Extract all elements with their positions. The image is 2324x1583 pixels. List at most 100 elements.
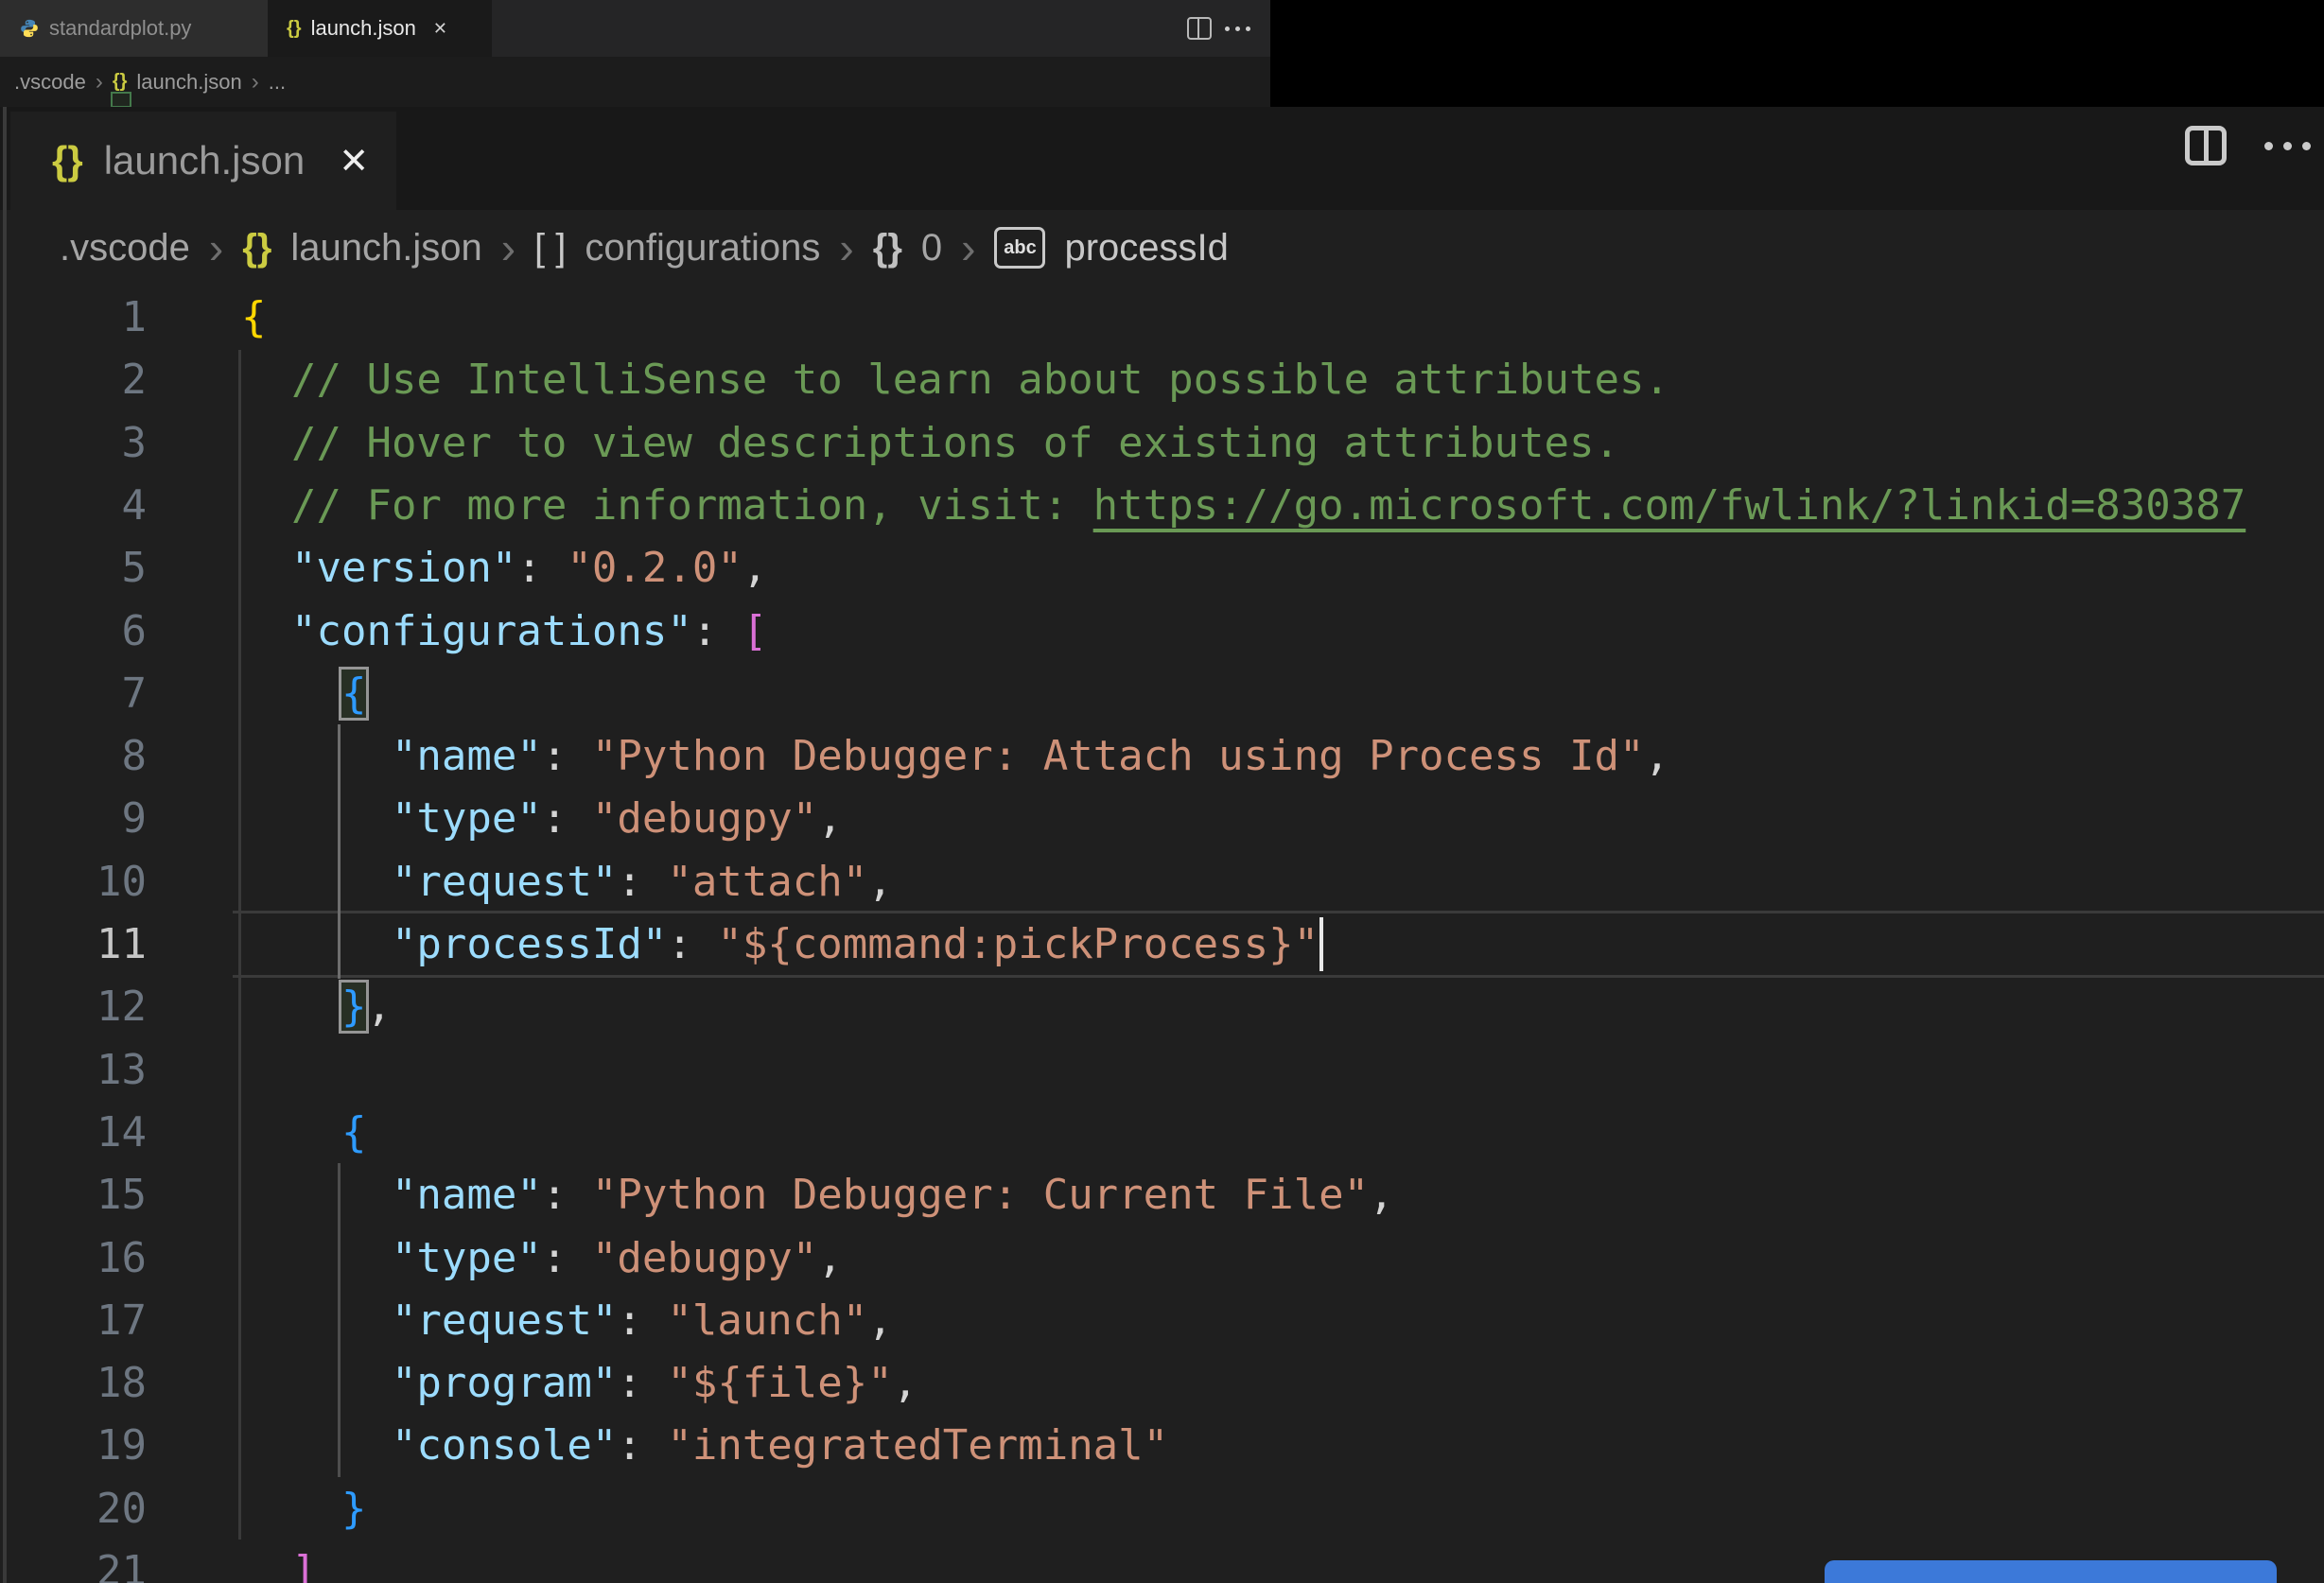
tab-label: launch.json — [103, 138, 306, 183]
line-number[interactable]: 6 — [0, 600, 148, 663]
code-line[interactable]: 3 // Hover to view descriptions of exist… — [0, 411, 2324, 475]
magnified-editor-view: {} launch.json ✕ .vscode › {} launch.json › [… — [0, 107, 2324, 1583]
code-line[interactable]: 17 "request": "launch", — [0, 1289, 2324, 1352]
breadcrumb-item[interactable]: launch.json — [290, 227, 481, 270]
editor-tab-bar: standardplot.py {} launch.json ✕ — [0, 0, 1270, 57]
split-editor-icon[interactable] — [1187, 17, 1212, 40]
chevron-right-icon: › — [208, 223, 224, 272]
comment-link[interactable]: https://go.microsoft.com/fwlink/?linkid=… — [1093, 481, 2246, 530]
code-editor[interactable]: 1{2 // Use IntelliSense to learn about p… — [0, 286, 2324, 1583]
add-configuration-button[interactable] — [1825, 1560, 2277, 1583]
code-text: ] — [290, 1547, 317, 1583]
code-text: { — [241, 293, 267, 341]
line-number[interactable]: 10 — [0, 850, 147, 913]
json-file-icon: {} — [52, 138, 83, 183]
python-icon — [21, 19, 38, 38]
code-line[interactable]: 12 }, — [0, 975, 2324, 1038]
tab-launch-json[interactable]: {} launch.json ✕ — [10, 112, 396, 210]
line-number[interactable]: 1 — [0, 286, 148, 349]
code-line[interactable]: 18 "program": "${file}", — [0, 1351, 2324, 1415]
close-icon[interactable]: ✕ — [339, 140, 369, 183]
code-line[interactable]: 5 "version": "0.2.0", — [0, 536, 2324, 600]
line-number[interactable]: 8 — [0, 724, 148, 788]
breadcrumb-item[interactable]: launch.json — [136, 70, 241, 95]
more-actions-icon[interactable] — [2264, 141, 2311, 150]
code-line[interactable]: 10 "request": "attach", — [0, 850, 2324, 913]
chevron-right-icon: › — [95, 68, 103, 95]
line-number[interactable]: 11 — [0, 913, 147, 976]
code-text: "version": "0.2.0", — [241, 544, 768, 593]
chevron-right-icon: › — [839, 223, 854, 272]
line-number[interactable]: 2 — [0, 348, 148, 411]
editor-actions-magnified — [2185, 126, 2311, 165]
code-text: "name": "Python Debugger: Attach using P… — [241, 732, 1669, 781]
code-text: // Hover to view descriptions of existin… — [241, 418, 1619, 467]
line-number[interactable]: 20 — [0, 1477, 147, 1540]
line-number[interactable]: 4 — [0, 474, 148, 537]
breadcrumb-item[interactable]: .vscode — [14, 70, 86, 95]
text-cursor — [1319, 917, 1323, 971]
json-file-icon[interactable]: {} — [113, 71, 128, 93]
current-line-border — [233, 975, 2324, 979]
json-file-icon: {} — [287, 17, 302, 39]
split-editor-icon[interactable] — [2185, 126, 2227, 165]
tab-standardplot-py[interactable]: standardplot.py — [0, 0, 268, 57]
code-line[interactable]: 4 // For more information, visit: https:… — [0, 474, 2324, 537]
code-line[interactable]: 11 "processId": "${command:pickProcess}" — [0, 913, 2324, 976]
array-symbol-icon[interactable]: [ ] — [534, 227, 566, 270]
code-line[interactable]: 13 — [0, 1038, 2324, 1102]
breadcrumb-item[interactable]: processId — [1064, 227, 1228, 270]
code-text: { — [341, 1107, 367, 1157]
line-number[interactable]: 17 — [0, 1289, 147, 1352]
code-line[interactable]: 1{ — [0, 286, 2324, 349]
code-line[interactable]: 20 } — [0, 1477, 2324, 1540]
line-number[interactable]: 12 — [0, 975, 147, 1038]
line-number[interactable]: 16 — [0, 1226, 147, 1290]
code-line[interactable]: 2 // Use IntelliSense to learn about pos… — [0, 348, 2324, 411]
code-line[interactable]: 14 { — [0, 1101, 2324, 1164]
line-number[interactable]: 21 — [0, 1540, 147, 1583]
breadcrumb-item[interactable]: 0 — [921, 227, 942, 270]
code-line[interactable]: 15 "name": "Python Debugger: Current Fil… — [0, 1163, 2324, 1226]
line-number[interactable]: 5 — [0, 536, 148, 600]
line-number[interactable]: 18 — [0, 1351, 147, 1415]
code-text: } — [341, 1484, 367, 1533]
line-number[interactable]: 14 — [0, 1101, 147, 1164]
indent-guide — [338, 724, 341, 980]
indent-guide — [238, 350, 241, 1540]
code-line[interactable]: 9 "type": "debugpy", — [0, 787, 2324, 850]
json-file-icon[interactable]: {} — [242, 227, 271, 270]
line-number[interactable]: 13 — [0, 1038, 147, 1102]
code-text: { — [339, 666, 370, 721]
breadcrumb: .vscode › {} launch.json ›... — [0, 57, 1270, 107]
code-line[interactable]: 19 "console": "integratedTerminal" — [0, 1414, 2324, 1477]
code-line[interactable]: 16 "type": "debugpy", — [0, 1226, 2324, 1290]
editor-actions — [1187, 0, 1270, 57]
code-text: "configurations": [ — [241, 606, 768, 655]
code-text: "type": "debugpy", — [241, 1233, 843, 1282]
breadcrumb-item[interactable]: configurations — [585, 227, 820, 270]
code-text: "program": "${file}", — [241, 1359, 918, 1408]
breadcrumb-magnified: .vscode › {} launch.json › [ ] configurations ›… — [0, 210, 2324, 286]
close-icon[interactable]: ✕ — [433, 19, 447, 39]
code-line[interactable]: 6 "configurations": [ — [0, 600, 2324, 663]
line-number[interactable]: 15 — [0, 1163, 147, 1226]
code-line[interactable]: 8 "name": "Python Debugger: Attach using… — [0, 724, 2324, 788]
line-number[interactable]: 19 — [0, 1414, 147, 1477]
line-number[interactable]: 9 — [0, 787, 148, 850]
breadcrumb-item[interactable]: .vscode — [60, 227, 190, 270]
code-text: "console": "integratedTerminal" — [241, 1421, 1169, 1470]
code-text: // Use IntelliSense to learn about possi… — [241, 356, 1669, 405]
breadcrumb-item[interactable]: ... — [269, 70, 286, 95]
black-region — [1270, 0, 2324, 107]
string-symbol-icon[interactable]: abc — [994, 227, 1046, 269]
code-text: "processId": "${command:pickProcess}" — [241, 920, 1319, 968]
code-line[interactable]: 7 { — [0, 662, 2324, 725]
more-actions-icon[interactable] — [1225, 26, 1250, 31]
tab-label: launch.json — [310, 16, 416, 40]
object-symbol-icon[interactable]: {} — [873, 227, 902, 270]
code-text: "name": "Python Debugger: Current File", — [241, 1171, 1394, 1220]
line-number[interactable]: 3 — [0, 411, 148, 475]
line-number[interactable]: 7 — [0, 662, 148, 725]
tab-launch-json[interactable]: {} launch.json ✕ — [268, 0, 492, 57]
